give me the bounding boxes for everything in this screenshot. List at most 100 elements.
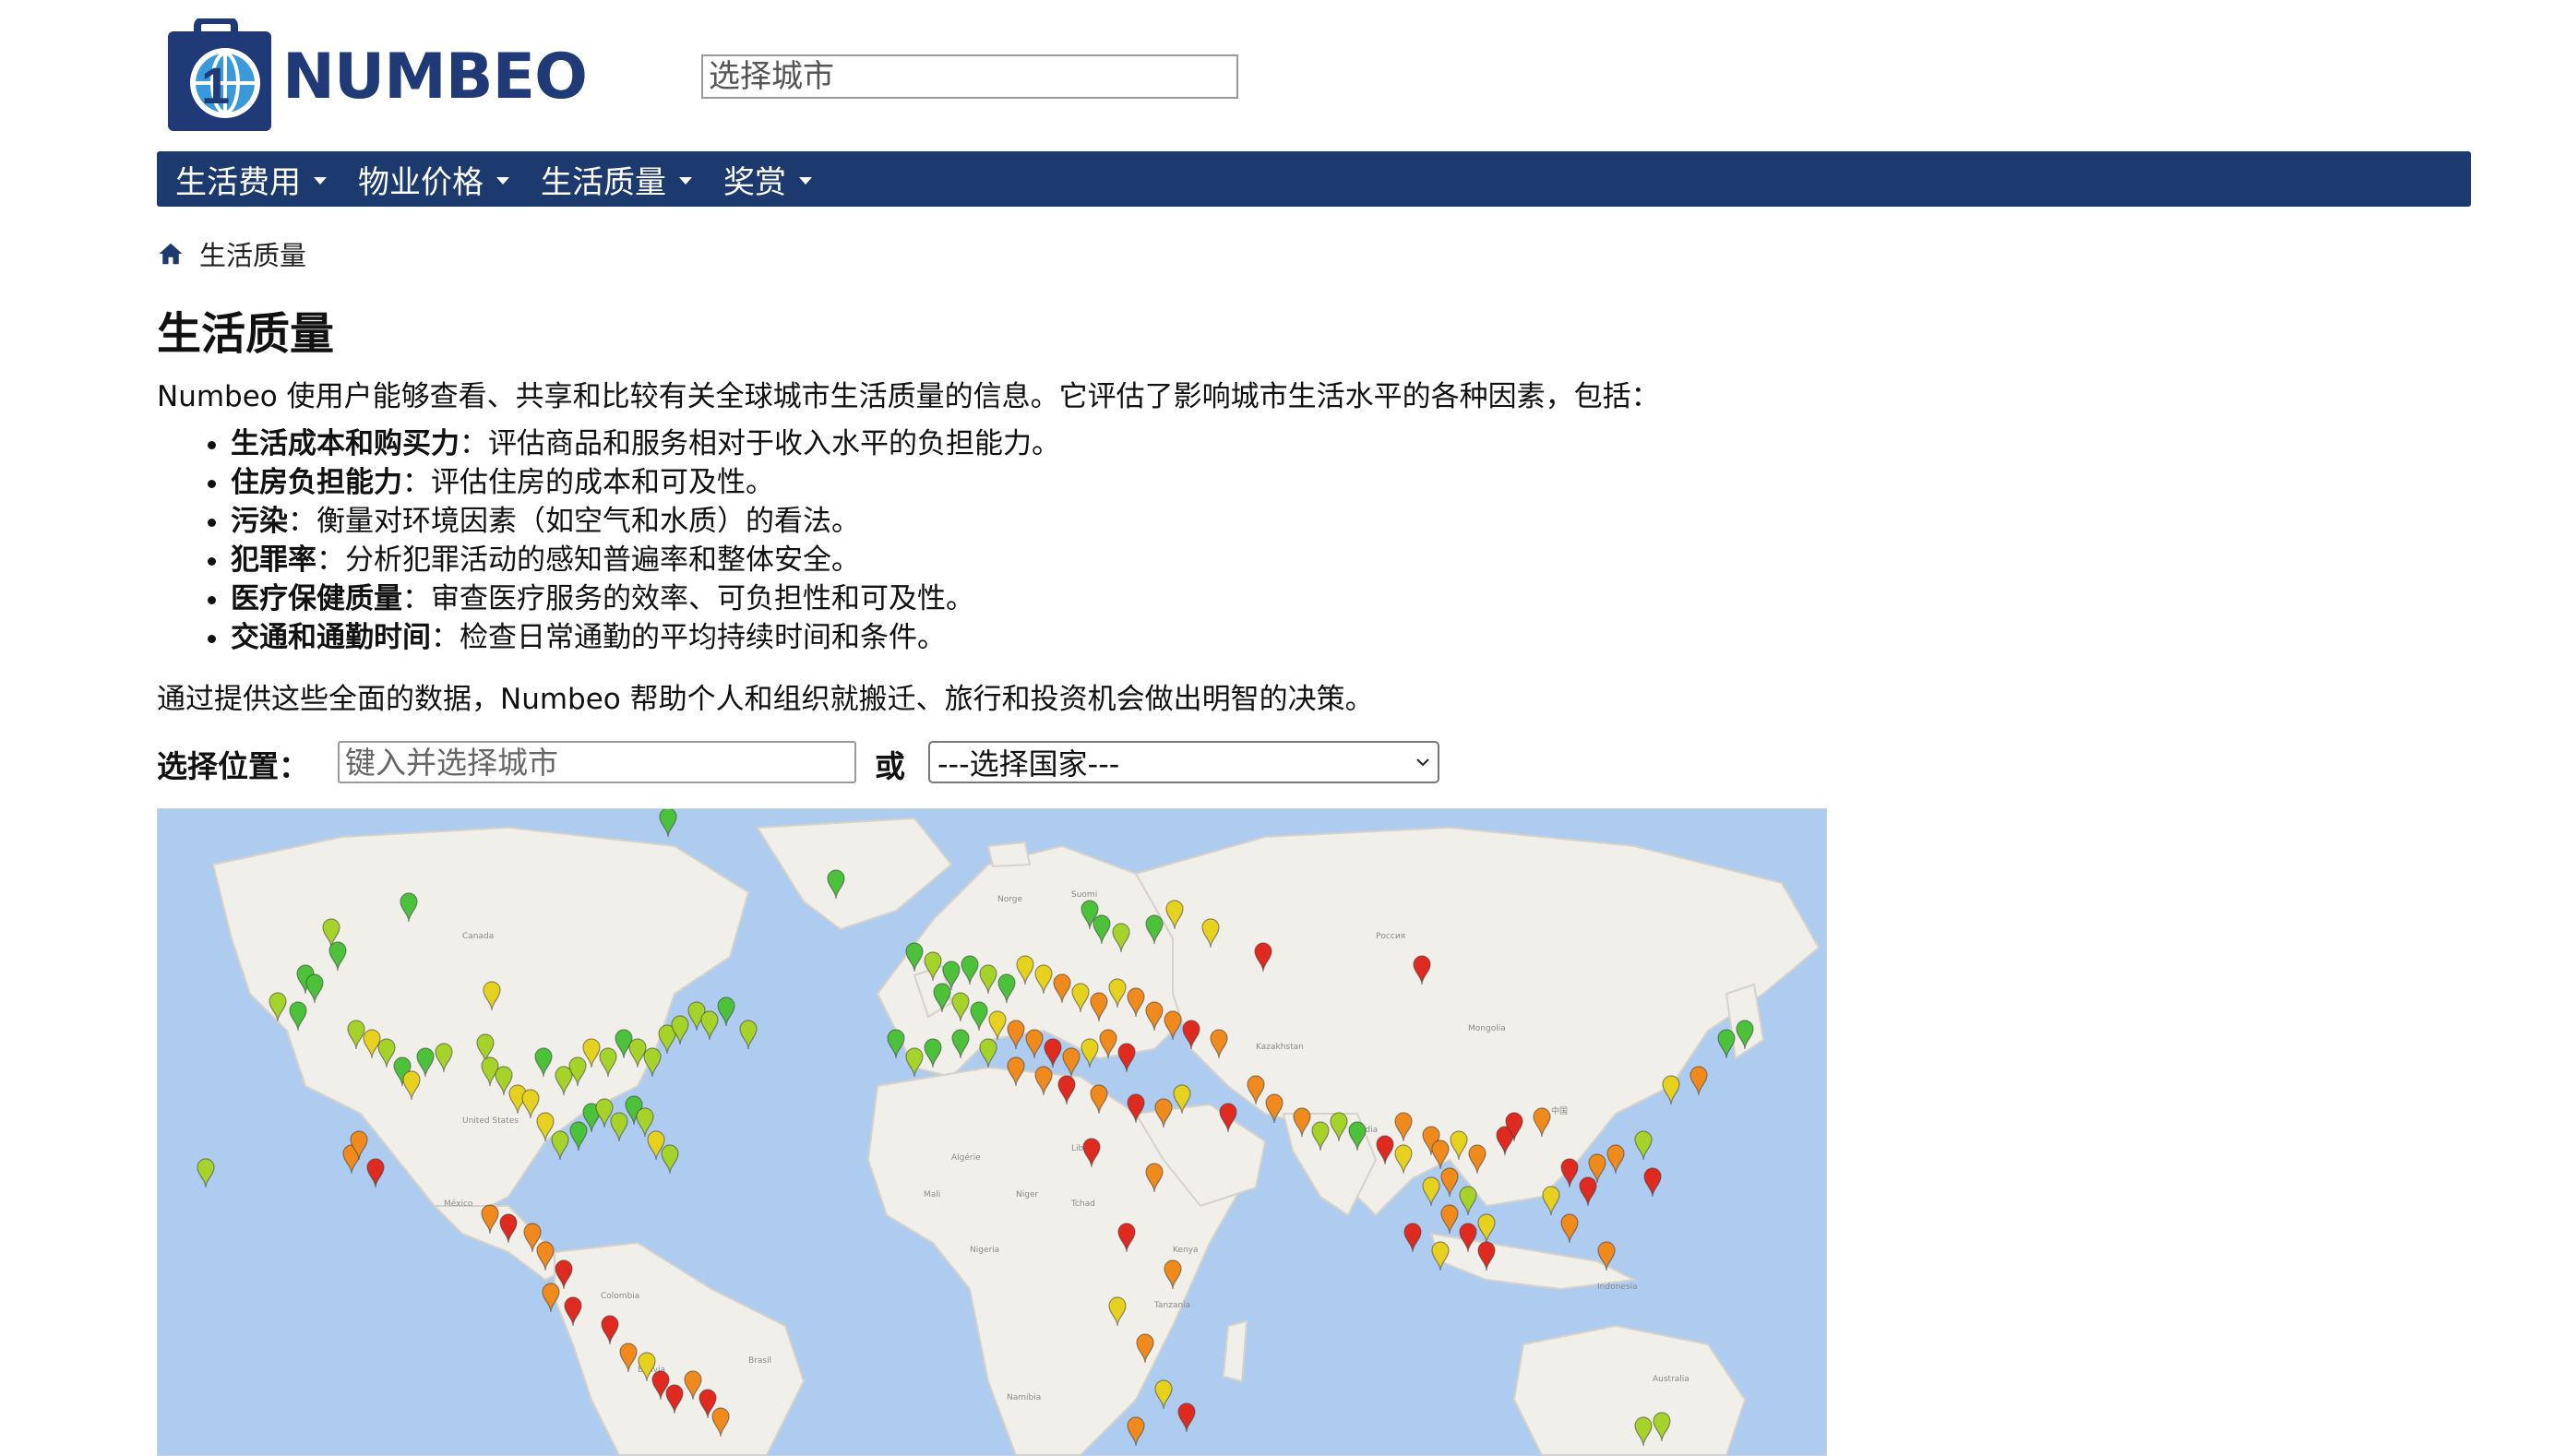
feature-desc: ：审查医疗服务的效率、可负担性和可及性。 bbox=[402, 582, 974, 615]
map-label: Mali bbox=[924, 1190, 940, 1199]
city-marker-icon[interactable] bbox=[1265, 1093, 1284, 1124]
city-marker-icon[interactable] bbox=[542, 1283, 560, 1313]
city-marker-icon[interactable] bbox=[1662, 1075, 1680, 1105]
city-marker-icon[interactable] bbox=[1459, 1186, 1477, 1216]
city-marker-icon[interactable] bbox=[1542, 1186, 1560, 1216]
list-item: 交通和通勤时间：检查日常通勤的平均持续时间和条件。 bbox=[231, 618, 1060, 657]
map-label: Niger bbox=[1016, 1190, 1038, 1199]
numbeo-logo-icon: 1 bbox=[168, 18, 271, 131]
city-marker-icon[interactable] bbox=[569, 1121, 588, 1152]
city-marker-icon[interactable] bbox=[1007, 1020, 1025, 1050]
city-marker-icon[interactable] bbox=[1403, 1223, 1422, 1253]
nav-cost-of-living[interactable]: 生活费用 bbox=[175, 157, 327, 202]
location-label: 选择位置： bbox=[157, 748, 309, 784]
city-marker-icon[interactable] bbox=[1634, 1130, 1653, 1161]
city-marker-icon[interactable] bbox=[1154, 1379, 1173, 1410]
map-label: Norge bbox=[997, 895, 1022, 904]
city-marker-icon[interactable] bbox=[1440, 1167, 1459, 1198]
nav-label: 奖赏 bbox=[723, 163, 786, 201]
nav-label: 生活质量 bbox=[541, 163, 666, 201]
city-marker-icon[interactable] bbox=[1477, 1213, 1496, 1244]
map-label: Colombia bbox=[601, 1292, 639, 1301]
city-marker-icon[interactable] bbox=[1081, 1038, 1099, 1068]
city-marker-icon[interactable] bbox=[610, 1112, 628, 1142]
city-search-input[interactable] bbox=[701, 54, 1238, 99]
caret-down-icon bbox=[679, 177, 692, 185]
list-item: 污染：衡量对环境因素（如空气和水质）的看法。 bbox=[231, 502, 1060, 541]
city-marker-icon[interactable] bbox=[717, 997, 735, 1027]
feature-desc: ：衡量对环境因素（如空气和水质）的看法。 bbox=[288, 505, 860, 538]
map-label: Australia bbox=[1653, 1375, 1689, 1384]
map-label: Namibia bbox=[1007, 1393, 1041, 1402]
logo[interactable]: 1 NUMBEO bbox=[157, 18, 618, 133]
map-label: Nigeria bbox=[970, 1246, 999, 1255]
city-marker-icon[interactable] bbox=[1579, 1176, 1597, 1207]
caret-down-icon bbox=[496, 177, 509, 185]
city-marker-icon[interactable] bbox=[1431, 1241, 1450, 1271]
breadcrumb-current: 生活质量 bbox=[199, 240, 307, 271]
world-map[interactable]: Canada Norge Suomi Россия United States Méxic… bbox=[157, 808, 1827, 1456]
city-marker-icon[interactable] bbox=[595, 1098, 614, 1128]
feature-desc: ：检查日常通勤的平均持续时间和条件。 bbox=[431, 621, 946, 654]
feature-term: 犯罪率 bbox=[231, 543, 316, 577]
nav-property-prices[interactable]: 物业价格 bbox=[358, 157, 509, 202]
country-select[interactable]: ---选择国家--- bbox=[928, 741, 1439, 783]
city-marker-icon[interactable] bbox=[1643, 1167, 1662, 1198]
city-marker-icon[interactable] bbox=[551, 1130, 569, 1161]
city-marker-icon[interactable] bbox=[979, 1038, 997, 1068]
city-marker-icon[interactable] bbox=[366, 1158, 385, 1188]
list-item: 医疗保健质量：审查医疗服务的效率、可负担性和可及性。 bbox=[231, 579, 1060, 618]
map-label: Indonesia bbox=[1597, 1283, 1638, 1292]
city-marker-icon[interactable] bbox=[1560, 1158, 1579, 1188]
map-label: Canada bbox=[462, 932, 494, 941]
nav-label: 物业价格 bbox=[358, 163, 484, 201]
city-marker-icon[interactable] bbox=[739, 1020, 758, 1050]
city-marker-icon[interactable] bbox=[1177, 1402, 1196, 1433]
city-marker-icon[interactable] bbox=[1422, 1176, 1440, 1207]
chevron-down-icon bbox=[1416, 758, 1429, 767]
city-marker-icon[interactable] bbox=[1560, 1213, 1579, 1244]
city-marker-icon[interactable] bbox=[659, 809, 677, 838]
city-marker-icon[interactable] bbox=[671, 1015, 689, 1045]
map-label: Brasil bbox=[748, 1356, 771, 1366]
map-label: Suomi bbox=[1071, 890, 1097, 900]
nav-quality-of-life[interactable]: 生活质量 bbox=[541, 157, 692, 202]
feature-term: 住房负担能力 bbox=[231, 466, 402, 499]
city-marker-icon[interactable] bbox=[197, 1158, 215, 1188]
map-label: Algérie bbox=[951, 1152, 981, 1163]
city-marker-icon[interactable] bbox=[1062, 1047, 1081, 1078]
city-marker-icon[interactable] bbox=[1127, 1416, 1145, 1447]
city-marker-icon[interactable] bbox=[643, 1047, 662, 1078]
city-marker-icon[interactable] bbox=[1117, 1043, 1136, 1073]
nav-awards[interactable]: 奖赏 bbox=[723, 157, 812, 202]
main-nav: 生活费用 物业价格 生活质量 奖赏 bbox=[157, 151, 2471, 207]
caret-down-icon bbox=[314, 177, 327, 185]
list-item: 住房负担能力：评估住房的成本和可及性。 bbox=[231, 463, 1060, 502]
map-label: México bbox=[444, 1199, 473, 1209]
city-marker-icon[interactable] bbox=[700, 1010, 719, 1041]
closing-text: 通过提供这些全面的数据，Numbeo 帮助个人和组织就搬迁、旅行和投资机会做出明… bbox=[157, 683, 1374, 716]
map-label: Россия bbox=[1376, 932, 1405, 941]
city-input[interactable] bbox=[338, 741, 856, 783]
feature-list: 生活成本和购买力：评估商品和服务相对于收入水平的负担能力。 住房负担能力：评估住… bbox=[181, 424, 1060, 657]
caret-down-icon bbox=[799, 177, 812, 185]
city-marker-icon[interactable] bbox=[1606, 1144, 1625, 1175]
feature-term: 污染 bbox=[231, 505, 288, 538]
feature-desc: ：评估住房的成本和可及性。 bbox=[402, 466, 774, 499]
landmass-greenland bbox=[756, 817, 953, 931]
list-item: 生活成本和购买力：评估商品和服务相对于收入水平的负担能力。 bbox=[231, 424, 1060, 463]
city-marker-icon[interactable] bbox=[1025, 1029, 1044, 1059]
city-marker-icon[interactable] bbox=[661, 1144, 679, 1175]
city-marker-icon[interactable] bbox=[1689, 1066, 1708, 1096]
city-marker-icon[interactable] bbox=[887, 1029, 905, 1059]
map-label: United States bbox=[462, 1116, 519, 1126]
page-title: 生活质量 bbox=[157, 308, 335, 360]
city-marker-icon[interactable] bbox=[905, 1047, 924, 1078]
home-icon[interactable] bbox=[157, 240, 185, 268]
map-label: Tchad bbox=[1070, 1199, 1095, 1209]
map-label: 中国 bbox=[1551, 1105, 1568, 1116]
city-marker-icon[interactable] bbox=[1044, 1038, 1062, 1068]
landmass-madagascar bbox=[1222, 1319, 1248, 1383]
city-marker-icon[interactable] bbox=[1440, 1204, 1459, 1235]
city-marker-icon[interactable] bbox=[1717, 1029, 1736, 1059]
